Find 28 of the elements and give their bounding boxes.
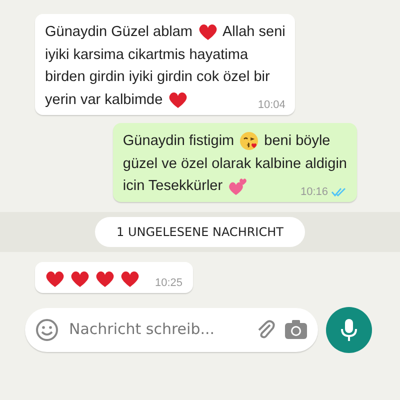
camera-icon[interactable]: [284, 318, 308, 340]
message-time: 10:04: [258, 98, 286, 113]
message-time: 10:16: [300, 184, 328, 200]
microphone-button[interactable]: [326, 306, 372, 352]
message-text: güzel ve özel olarak kalbine aldigin: [122, 154, 347, 174]
heart-icon: [95, 268, 115, 288]
unread-label: 1 UNGELESENE NACHRICHT: [94, 216, 306, 246]
message-field[interactable]: Nachricht schreib...: [25, 308, 318, 352]
message-text: Allah seni: [222, 23, 286, 42]
two-hearts-icon: [228, 176, 248, 196]
heart-icon: [120, 268, 140, 288]
heart-icon: [45, 268, 65, 288]
smiley-icon[interactable]: [35, 318, 59, 342]
message-text: beni böyle: [264, 132, 330, 151]
message-text: yerin var kalbimde: [45, 90, 163, 110]
message-text: Günaydin fistigim: [122, 132, 234, 151]
message-input[interactable]: Nachricht schreib...: [67, 317, 248, 342]
kiss-face-icon: [239, 131, 260, 152]
paperclip-icon[interactable]: [256, 318, 276, 340]
message-time: 10:25: [155, 276, 183, 290]
heart-icon: [198, 22, 218, 42]
heart-icon: [168, 90, 188, 110]
message-text: birden girdin iyiki girdin cok özel bir: [45, 68, 270, 87]
message-text: iyiki karsima cikartmis hayatima: [45, 46, 248, 64]
heart-icon: [70, 268, 90, 288]
microphone-icon: [341, 318, 357, 342]
message-text: Günaydin Güzel ablam: [45, 23, 192, 42]
message-text: icin Tesekkürler: [122, 177, 223, 196]
